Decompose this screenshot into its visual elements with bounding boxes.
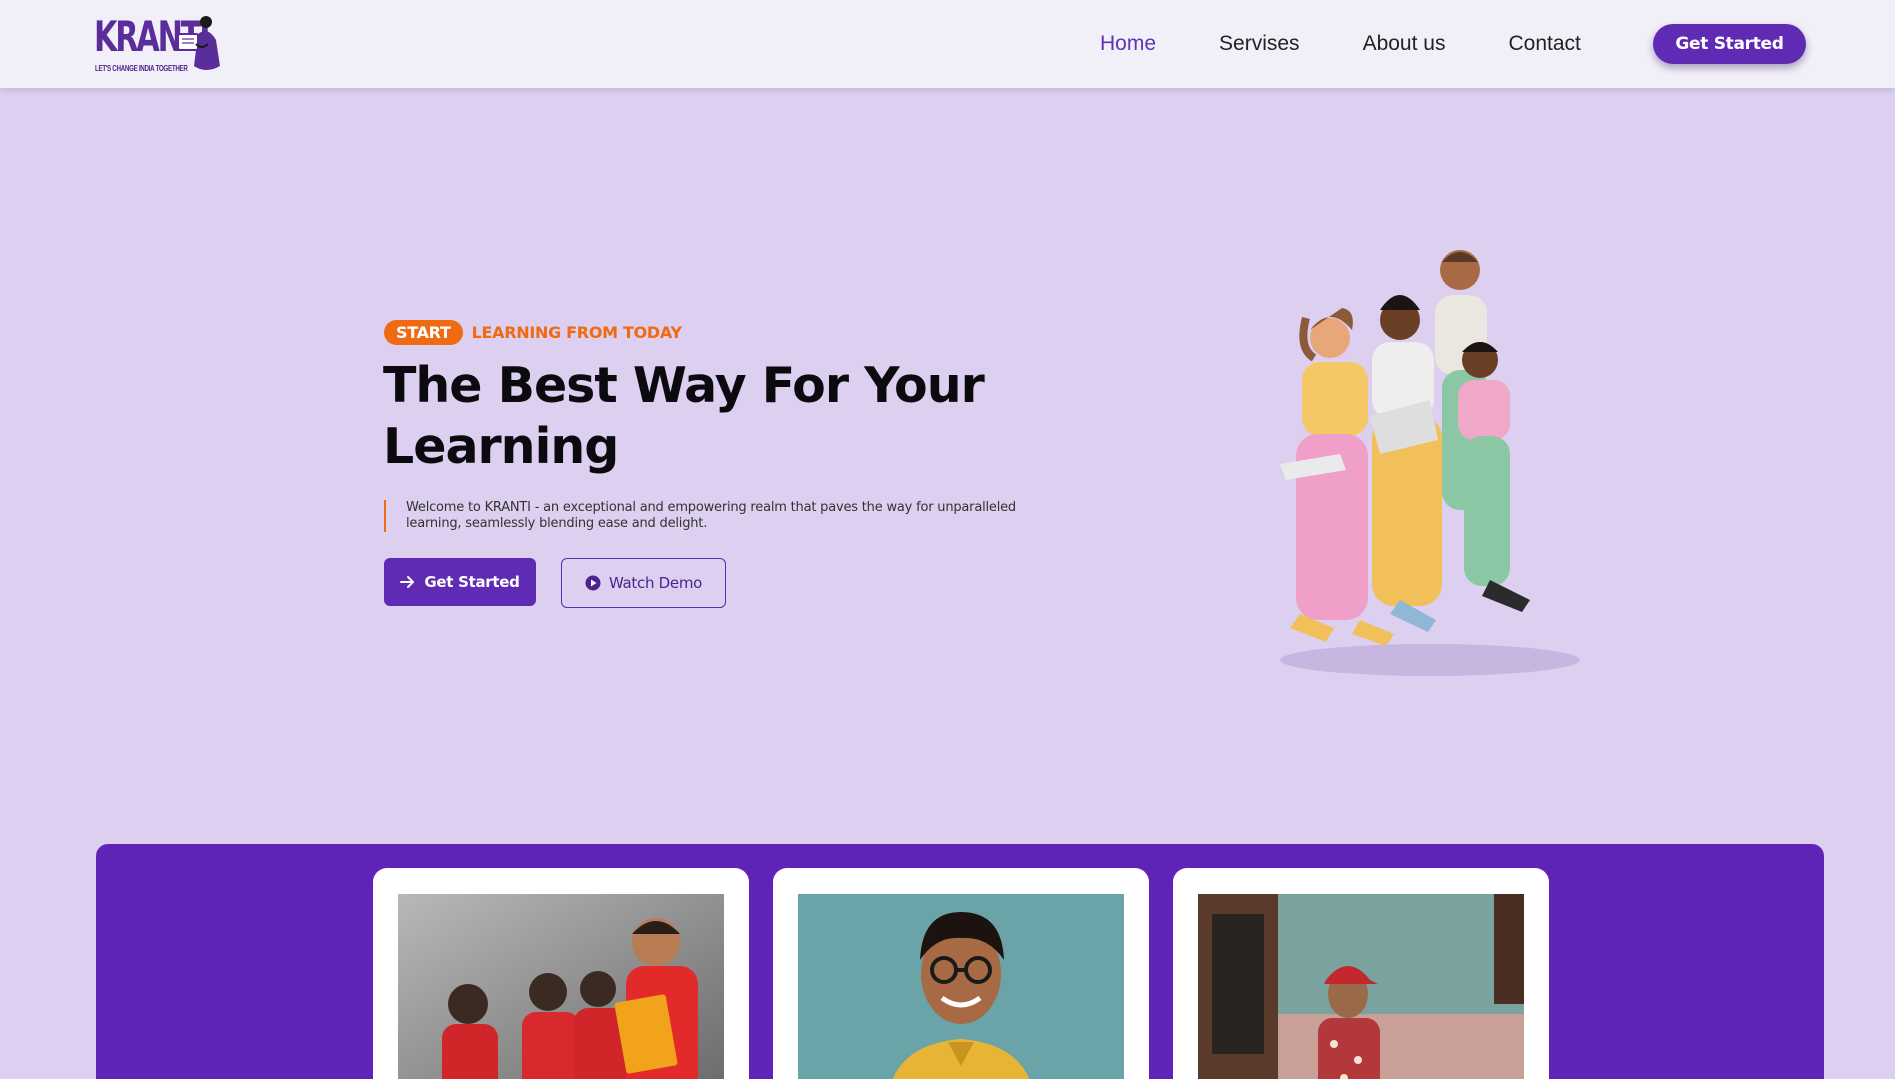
students-with-laptop-illustration [1280,250,1580,676]
nav-home[interactable]: Home [1100,32,1156,56]
watch-demo-button[interactable]: Watch Demo [561,558,726,608]
hero-eyebrow: START LEARNING FROM TODAY [384,320,682,345]
photo-card[interactable] [1173,868,1549,1079]
hero-get-started-button[interactable]: Get Started [384,558,536,606]
watch-demo-label: Watch Demo [608,574,703,592]
arrow-right-icon [400,576,415,588]
nav-services[interactable]: Servises [1219,32,1300,56]
hero-description: Welcome to KRANTI - an exceptional and e… [384,500,1024,532]
nav-about[interactable]: About us [1363,32,1446,56]
site-header: KRANTI LET'S CHANGE INDIA TOGETHER Home … [0,0,1895,88]
hero-get-started-label: Get Started [424,573,520,591]
play-circle-icon [585,575,601,591]
photo-card[interactable] [373,868,749,1079]
brand-logo[interactable]: KRANTI LET'S CHANGE INDIA TOGETHER [94,14,224,76]
main-nav: Home Servises About us Contact [1100,0,1644,88]
smiling-boy-photo [798,894,1124,1079]
reading-figure-icon [177,16,220,70]
brand-tagline: LET'S CHANGE INDIA TOGETHER [95,64,188,73]
boy-in-cap-photo [1198,894,1524,1079]
hero-title: The Best Way For Your Learning [383,357,985,475]
nav-contact[interactable]: Contact [1508,32,1580,56]
start-badge: START [384,320,463,345]
photo-card[interactable] [773,868,1149,1079]
eyebrow-text: LEARNING FROM TODAY [471,323,682,342]
header-get-started-button[interactable]: Get Started [1653,24,1806,64]
children-reading-photo [398,894,724,1079]
